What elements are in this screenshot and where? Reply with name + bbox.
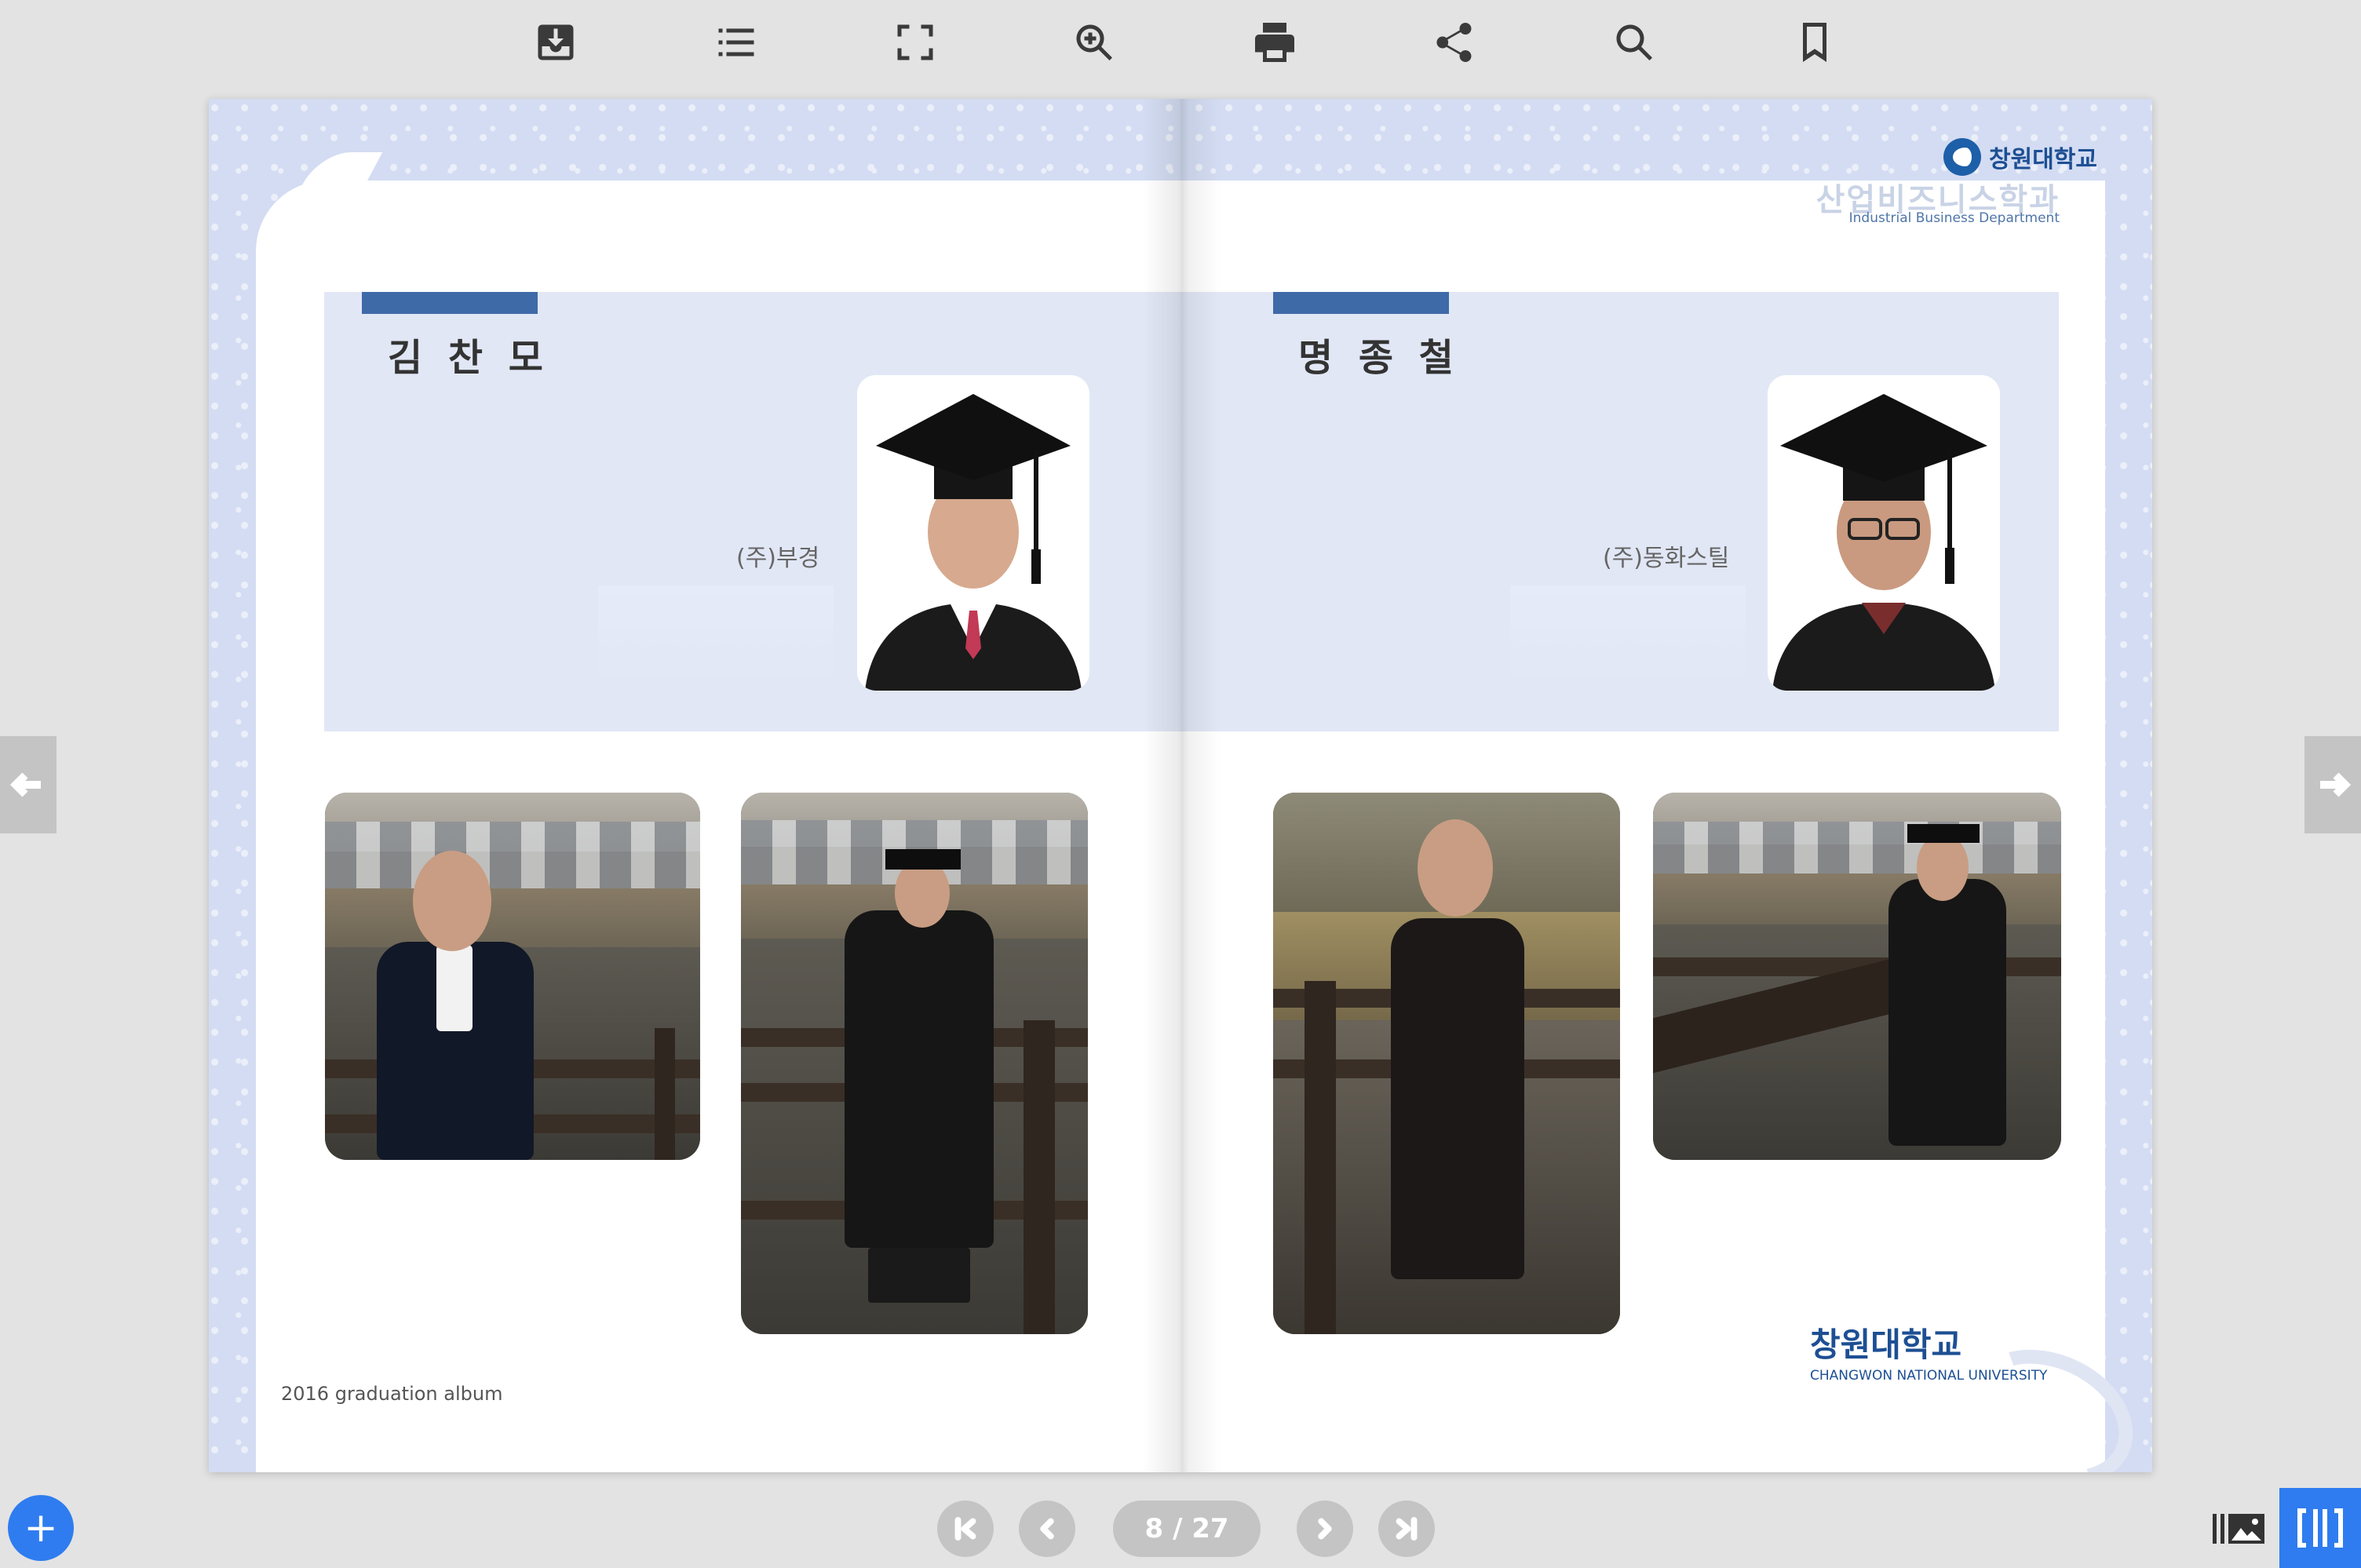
prev-page-button[interactable] [1019,1501,1075,1557]
share-icon [1436,22,1472,62]
university-logo-bottom: 창원대학교 CHANGWON NATIONAL UNIVERSITY [1810,1318,2047,1384]
left-photo-suit [325,793,700,1160]
bookmark-button[interactable] [1783,11,1846,74]
print-button[interactable] [1243,11,1306,74]
zoom-in-icon [1076,24,1112,60]
university-name-top: 창원대학교 [1989,146,2097,173]
thumbnail-view-icon [2213,1514,2264,1544]
download-button[interactable] [524,11,587,74]
download-icon [538,24,574,60]
toc-icon [718,28,754,57]
university-name-bottom-en: CHANGWON NATIONAL UNIVERSITY [1810,1368,2048,1384]
right-person-name: 명 종 철 [1298,336,1460,380]
right-photo-coat [1273,793,1620,1334]
department-name-en: Industrial Business Department [1848,210,2060,226]
university-logo-top: 창원대학교 [1943,133,2097,181]
left-photo-gown [741,793,1088,1334]
left-person-name: 김 찬 모 [388,336,549,380]
right-person-company: (주)동화스틸 [1603,545,1730,572]
thumbnail-view-button[interactable] [2207,1501,2270,1557]
left-person-company: (주)부경 [736,545,820,572]
next-page-arrow[interactable] [2304,736,2361,833]
fullscreen-icon [897,24,933,60]
last-page-icon [1396,1516,1418,1541]
right-portrait-photo [1768,375,2000,691]
fullscreen-button[interactable] [884,11,947,74]
book-spread[interactable]: 창원대학교 산업비즈니스학과 Industrial Business Depar… [209,99,2152,1472]
right-faded-bar [1510,585,1746,687]
right-name-bar [1273,292,1449,314]
university-name-bottom: 창원대학교 [1810,1326,1962,1364]
dual-page-icon [2297,1508,2343,1548]
arrow-left-icon [9,772,41,797]
first-page-icon [954,1516,976,1541]
chevron-right-icon [1318,1518,1332,1540]
prev-page-arrow[interactable] [0,736,57,833]
toolbar [0,0,2361,86]
university-emblem-icon [1943,138,1981,176]
bookmark-icon [1803,23,1826,62]
share-button[interactable] [1422,11,1485,74]
search-icon [1616,24,1652,60]
zoom-in-button[interactable] [1063,11,1126,74]
arrow-right-icon [2320,772,2352,797]
print-icon [1255,23,1294,62]
plus-icon: + [24,1504,58,1552]
search-button[interactable] [1603,11,1666,74]
left-name-bar [362,292,538,314]
add-button[interactable]: + [8,1495,74,1561]
album-footer-text: 2016 graduation album [281,1383,503,1405]
book-gutter-shadow [1143,99,1221,1472]
first-page-button[interactable] [937,1501,994,1557]
page-indicator[interactable]: 8 / 27 [1113,1501,1261,1557]
right-photo-gown [1653,793,2061,1160]
dual-page-view-button[interactable] [2279,1488,2361,1568]
last-page-button[interactable] [1378,1501,1435,1557]
next-page-button[interactable] [1297,1501,1353,1557]
toc-button[interactable] [705,11,768,74]
left-portrait-photo [857,375,1089,691]
chevron-left-icon [1040,1518,1054,1540]
left-faded-bar [598,585,834,687]
